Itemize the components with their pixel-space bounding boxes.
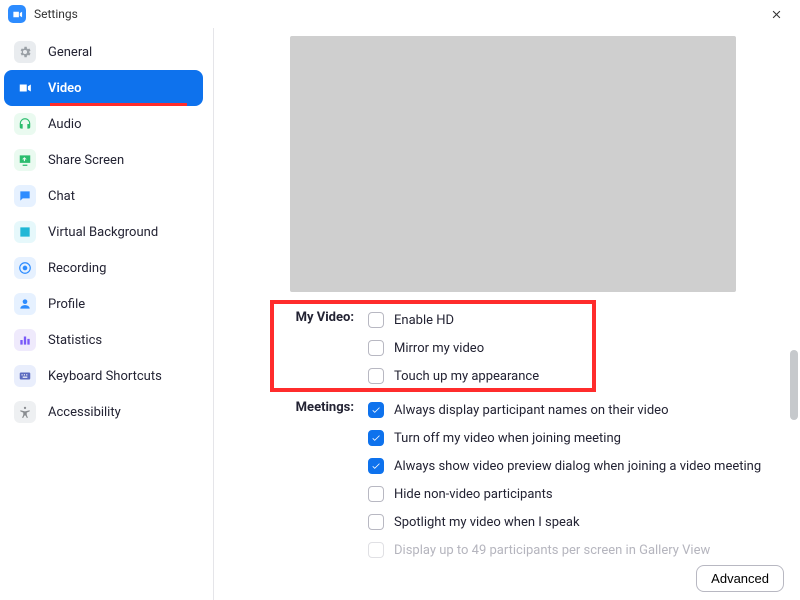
keyboard-icon bbox=[14, 365, 36, 387]
video-icon bbox=[14, 77, 36, 99]
main-panel: My Video: Enable HD Mirror my video T bbox=[214, 28, 800, 600]
sidebar-item-label: Recording bbox=[48, 261, 106, 276]
sidebar-item-recording[interactable]: Recording bbox=[4, 250, 203, 286]
advanced-button[interactable]: Advanced bbox=[696, 565, 784, 592]
sidebar-item-share-screen[interactable]: Share Screen bbox=[4, 142, 203, 178]
checkbox-hide-nonvideo[interactable] bbox=[368, 486, 384, 502]
sidebar-item-video[interactable]: Video bbox=[4, 70, 203, 106]
profile-icon bbox=[14, 293, 36, 315]
option-label: Hide non-video participants bbox=[394, 487, 553, 502]
checkbox-show-preview-dialog[interactable] bbox=[368, 458, 384, 474]
sidebar-item-chat[interactable]: Chat bbox=[4, 178, 203, 214]
sidebar-item-general[interactable]: General bbox=[4, 34, 203, 70]
scrollbar-thumb[interactable] bbox=[790, 350, 798, 420]
sidebar-item-audio[interactable]: Audio bbox=[4, 106, 203, 142]
my-video-label: My Video: bbox=[278, 306, 368, 325]
sidebar-item-label: Accessibility bbox=[48, 405, 121, 420]
checkbox-49-participants bbox=[368, 542, 384, 558]
option-label: Spotlight my video when I speak bbox=[394, 515, 580, 530]
window-title: Settings bbox=[34, 7, 78, 21]
option-label: Enable HD bbox=[394, 313, 454, 328]
stats-icon bbox=[14, 329, 36, 351]
sidebar-item-label: Statistics bbox=[48, 333, 102, 348]
option-label: Always display participant names on thei… bbox=[394, 403, 668, 418]
app-icon bbox=[8, 5, 26, 23]
checkbox-touch-up-appearance[interactable] bbox=[368, 368, 384, 384]
option-label: Always show video preview dialog when jo… bbox=[394, 459, 761, 474]
option-label: Mirror my video bbox=[394, 341, 484, 356]
checkbox-display-participant-names[interactable] bbox=[368, 402, 384, 418]
chat-icon bbox=[14, 185, 36, 207]
accessibility-icon bbox=[14, 401, 36, 423]
share-screen-icon bbox=[14, 149, 36, 171]
sidebar-item-virtual-background[interactable]: Virtual Background bbox=[4, 214, 203, 250]
checkbox-turn-off-video-on-join[interactable] bbox=[368, 430, 384, 446]
option-label: Turn off my video when joining meeting bbox=[394, 431, 621, 446]
sidebar-item-statistics[interactable]: Statistics bbox=[4, 322, 203, 358]
option-label: Display up to 49 participants per screen… bbox=[394, 543, 710, 558]
sidebar-item-label: Audio bbox=[48, 117, 81, 132]
sidebar-item-label: Virtual Background bbox=[48, 225, 158, 240]
checkbox-enable-hd[interactable] bbox=[368, 312, 384, 328]
gear-icon bbox=[14, 41, 36, 63]
image-icon bbox=[14, 221, 36, 243]
close-button[interactable] bbox=[760, 1, 792, 27]
sidebar-item-label: Share Screen bbox=[48, 153, 124, 168]
checkbox-mirror-my-video[interactable] bbox=[368, 340, 384, 356]
sidebar-item-accessibility[interactable]: Accessibility bbox=[4, 394, 203, 430]
sidebar-item-label: General bbox=[48, 45, 92, 60]
checkbox-spotlight[interactable] bbox=[368, 514, 384, 530]
sidebar-item-profile[interactable]: Profile bbox=[4, 286, 203, 322]
sidebar-item-keyboard-shortcuts[interactable]: Keyboard Shortcuts bbox=[4, 358, 203, 394]
sidebar-item-label: Keyboard Shortcuts bbox=[48, 369, 162, 384]
titlebar: Settings bbox=[0, 0, 800, 28]
sidebar: General Video Audio Share Screen bbox=[0, 28, 214, 600]
sidebar-item-label: Chat bbox=[48, 189, 75, 204]
headphones-icon bbox=[14, 113, 36, 135]
sidebar-item-label: Video bbox=[48, 81, 82, 96]
record-icon bbox=[14, 257, 36, 279]
meetings-label: Meetings: bbox=[278, 396, 368, 415]
option-label: Touch up my appearance bbox=[394, 369, 539, 384]
settings-window: Settings General Video bbox=[0, 0, 800, 600]
sidebar-item-label: Profile bbox=[48, 297, 85, 312]
video-preview bbox=[290, 36, 736, 292]
